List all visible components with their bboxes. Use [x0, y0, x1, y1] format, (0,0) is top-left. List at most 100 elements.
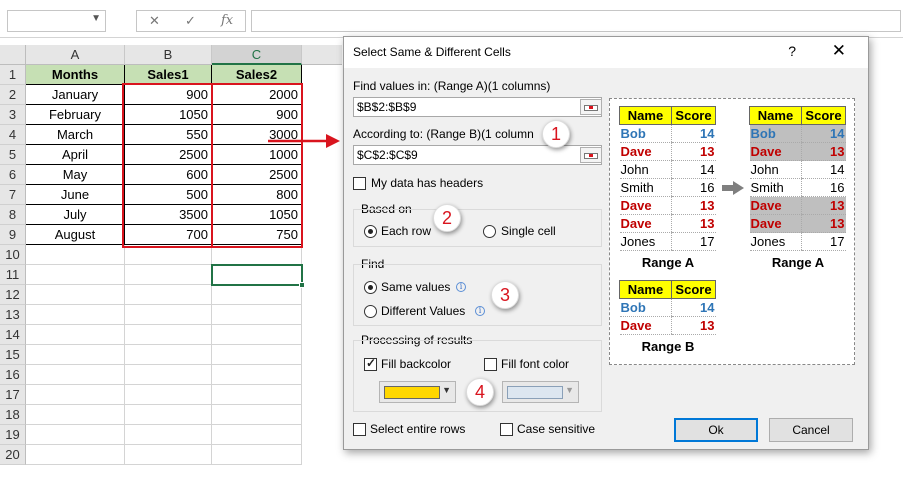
select-all-corner[interactable] — [0, 45, 26, 65]
row-header[interactable]: 20 — [0, 445, 26, 465]
column-header-d[interactable] — [302, 45, 342, 65]
empty-cell[interactable] — [212, 425, 302, 445]
empty-cell[interactable] — [212, 345, 302, 365]
empty-cell[interactable] — [26, 365, 125, 385]
empty-cell[interactable] — [125, 265, 212, 285]
empty-cell[interactable] — [26, 245, 125, 265]
empty-cell[interactable] — [212, 365, 302, 385]
month-cell[interactable]: April — [26, 145, 125, 165]
row-header[interactable]: 11 — [0, 265, 26, 285]
empty-cell[interactable] — [212, 445, 302, 465]
row-header[interactable]: 18 — [0, 405, 26, 425]
different-values-info-icon[interactable]: i — [475, 306, 485, 316]
close-button[interactable]: ✕ — [832, 41, 846, 61]
empty-cell[interactable] — [26, 305, 125, 325]
empty-cell[interactable] — [26, 285, 125, 305]
different-values-radio[interactable] — [364, 305, 377, 318]
row-header[interactable]: 6 — [0, 165, 26, 185]
row-header[interactable]: 8 — [0, 205, 26, 225]
row-header[interactable]: 17 — [0, 385, 26, 405]
month-cell[interactable]: February — [26, 105, 125, 125]
backcolor-picker[interactable]: ▼ — [379, 381, 456, 403]
empty-cell[interactable] — [212, 405, 302, 425]
empty-cell[interactable] — [125, 445, 212, 465]
empty-cell[interactable] — [125, 305, 212, 325]
row-header[interactable]: 9 — [0, 225, 26, 245]
empty-cell[interactable] — [125, 325, 212, 345]
month-cell[interactable]: January — [26, 85, 125, 105]
row-header[interactable]: 15 — [0, 345, 26, 365]
month-cell[interactable]: August — [26, 225, 125, 245]
empty-cell[interactable] — [125, 245, 212, 265]
cancel-icon[interactable]: ✕ — [149, 13, 160, 29]
empty-cell[interactable] — [125, 285, 212, 305]
empty-cell[interactable] — [26, 345, 125, 365]
empty-cell[interactable] — [26, 385, 125, 405]
range-b-input[interactable]: $C$2:$C$9 — [353, 145, 602, 165]
empty-cell[interactable] — [212, 305, 302, 325]
range-b-picker-icon[interactable] — [580, 147, 602, 163]
empty-cell[interactable] — [125, 385, 212, 405]
row-header[interactable]: 1 — [0, 65, 26, 85]
row-header[interactable]: 14 — [0, 325, 26, 345]
enter-icon[interactable]: ✓ — [185, 13, 196, 29]
month-cell[interactable]: July — [26, 205, 125, 225]
range-a-input[interactable]: $B$2:$B$9 — [353, 97, 602, 117]
select-entire-rows-checkbox[interactable] — [353, 423, 366, 436]
row-header[interactable]: 19 — [0, 425, 26, 445]
header-cell-sales2[interactable]: Sales2 — [212, 65, 302, 85]
range-a-picker-icon[interactable] — [580, 99, 602, 115]
empty-cell[interactable] — [125, 425, 212, 445]
single-cell-radio[interactable] — [483, 225, 496, 238]
row-header[interactable]: 7 — [0, 185, 26, 205]
ok-button[interactable]: Ok — [674, 418, 758, 442]
row-header[interactable]: 4 — [0, 125, 26, 145]
name-box[interactable]: ▼ — [7, 10, 106, 32]
font-color-picker[interactable]: ▼ — [502, 381, 579, 403]
empty-cell[interactable] — [26, 445, 125, 465]
month-cell[interactable]: March — [26, 125, 125, 145]
empty-cell[interactable] — [26, 425, 125, 445]
column-header-c[interactable]: C — [212, 45, 302, 65]
empty-cell[interactable] — [212, 325, 302, 345]
header-cell-months[interactable]: Months — [26, 65, 125, 85]
row-header[interactable]: 13 — [0, 305, 26, 325]
month-cell[interactable]: June — [26, 185, 125, 205]
same-values-radio[interactable] — [364, 281, 377, 294]
row-header[interactable]: 5 — [0, 145, 26, 165]
same-values-info-icon[interactable]: i — [456, 282, 466, 292]
header-cell-sales1[interactable]: Sales1 — [125, 65, 212, 85]
fill-font-color-checkbox[interactable] — [484, 358, 497, 371]
fill-handle[interactable] — [299, 282, 305, 288]
active-cell-selection[interactable] — [211, 264, 305, 288]
function-icon[interactable]: fx — [221, 13, 233, 28]
cancel-button[interactable]: Cancel — [769, 418, 853, 442]
headers-checkbox[interactable] — [353, 177, 366, 190]
row-header[interactable]: 12 — [0, 285, 26, 305]
formula-input[interactable] — [251, 10, 901, 32]
empty-cell[interactable] — [125, 365, 212, 385]
empty-cell[interactable] — [26, 405, 125, 425]
month-cell[interactable]: May — [26, 165, 125, 185]
name-box-dropdown-icon[interactable]: ▼ — [91, 13, 101, 24]
preview-score: 13 — [671, 196, 716, 215]
empty-cell[interactable] — [212, 245, 302, 265]
empty-cell[interactable] — [26, 265, 125, 285]
row-header[interactable]: 3 — [0, 105, 26, 125]
empty-cell[interactable] — [212, 385, 302, 405]
row-header[interactable]: 10 — [0, 245, 26, 265]
row-header[interactable]: 2 — [0, 85, 26, 105]
row-header[interactable]: 16 — [0, 365, 26, 385]
fill-backcolor-checkbox[interactable] — [364, 356, 377, 371]
each-row-radio[interactable] — [364, 225, 377, 238]
empty-cell[interactable] — [125, 405, 212, 425]
empty-cell[interactable] — [26, 325, 125, 345]
column-header-a[interactable]: A — [26, 45, 125, 65]
case-sensitive-checkbox[interactable] — [500, 423, 513, 436]
empty-cell[interactable] — [212, 285, 302, 305]
column-header-b[interactable]: B — [125, 45, 212, 65]
select-entire-rows-label: Select entire rows — [370, 422, 466, 436]
empty-cell[interactable] — [125, 345, 212, 365]
help-button[interactable]: ? — [788, 43, 796, 59]
dialog-titlebar[interactable]: Select Same & Different Cells ? ✕ — [344, 37, 868, 68]
